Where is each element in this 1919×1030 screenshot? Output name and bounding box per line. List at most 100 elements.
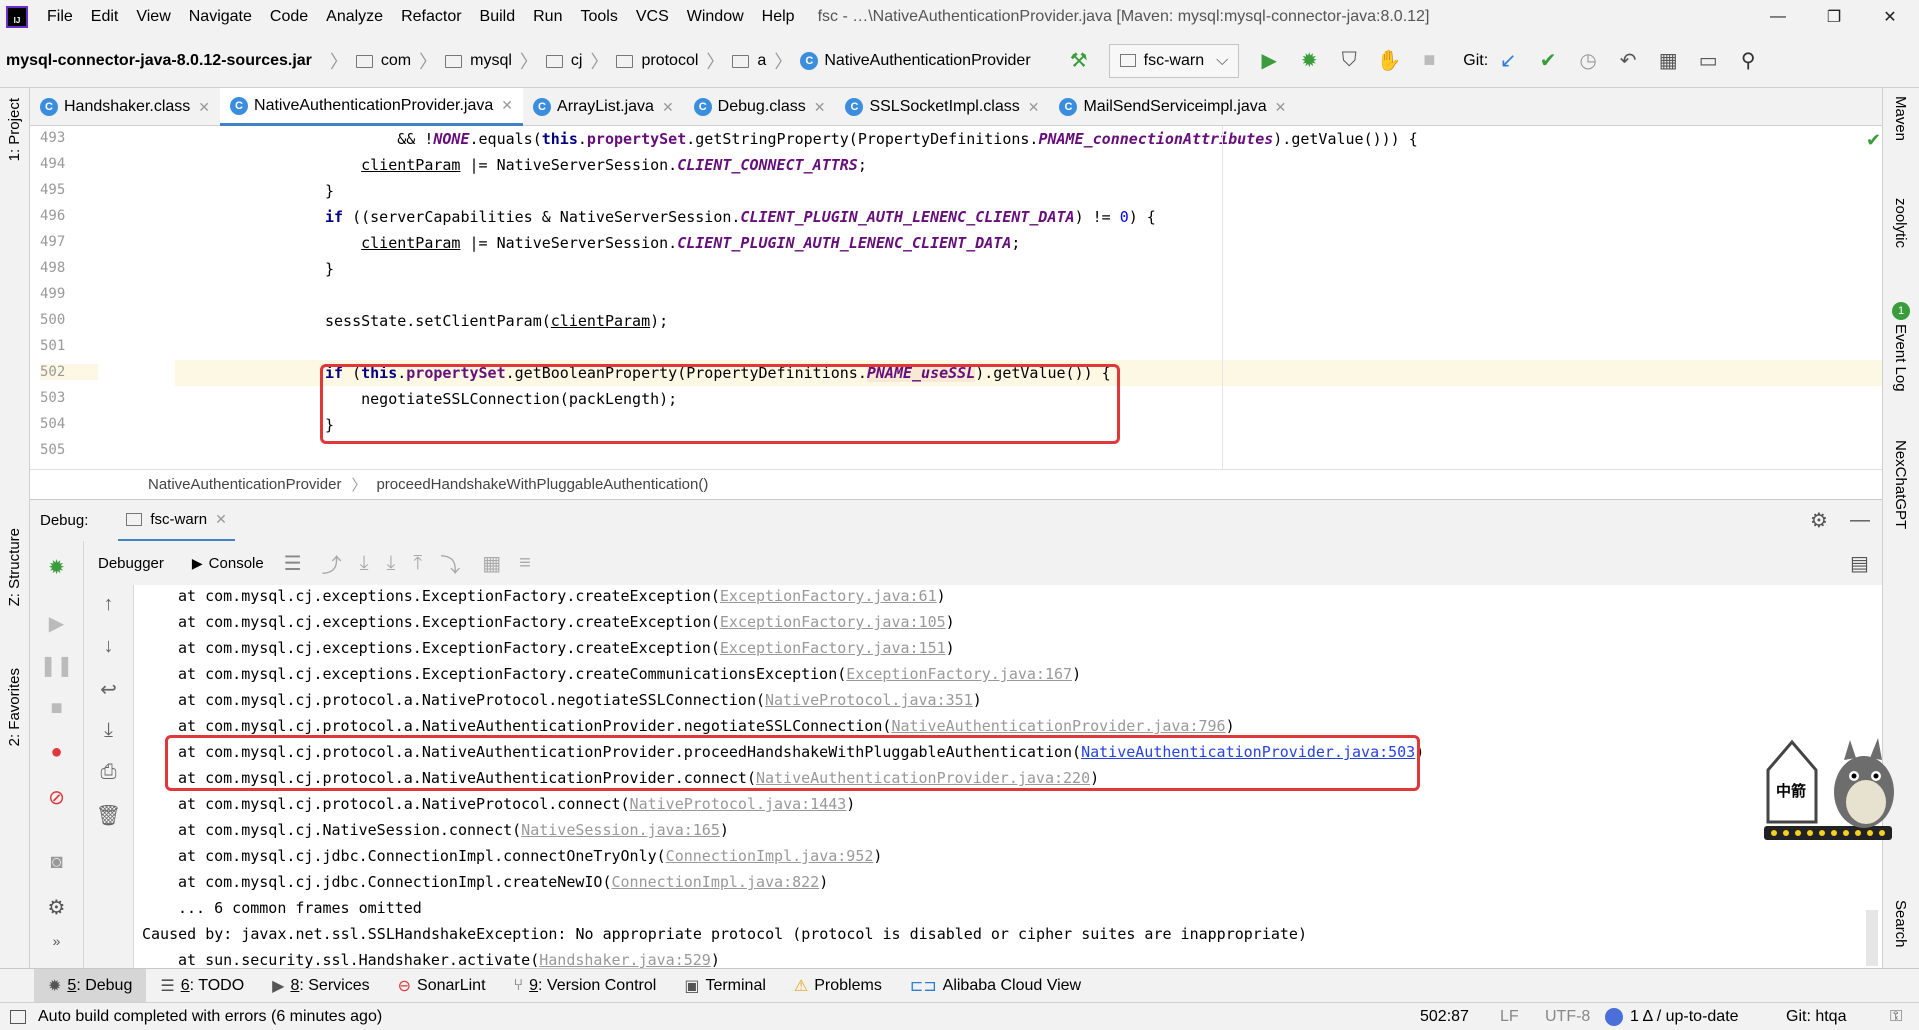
- stop-icon[interactable]: ■: [1415, 47, 1443, 75]
- status-message[interactable]: Auto build completed with errors (6 minu…: [38, 1008, 382, 1026]
- close-window-button[interactable]: ✕: [1862, 0, 1918, 34]
- stack-trace-link[interactable]: ExceptionFactory.java:61: [720, 587, 937, 605]
- stack-trace-link[interactable]: ConnectionImpl.java:822: [611, 873, 819, 891]
- git-history-icon[interactable]: ◷: [1574, 47, 1602, 75]
- caret-position[interactable]: 502:87: [1420, 1008, 1469, 1026]
- stack-trace-link[interactable]: ConnectionImpl.java:952: [666, 847, 874, 865]
- menu-build[interactable]: Build: [471, 8, 525, 26]
- problems-tool-button[interactable]: ⚠ Problems: [780, 969, 896, 1003]
- search-everywhere-icon[interactable]: ⚲: [1734, 47, 1762, 75]
- camera-icon[interactable]: ◙: [30, 851, 83, 874]
- nav-crumb-com[interactable]: com: [381, 52, 411, 70]
- trace-icon[interactable]: ≡: [519, 552, 531, 575]
- git-update-icon[interactable]: ↙: [1494, 47, 1522, 75]
- more-icon[interactable]: »: [30, 933, 83, 949]
- sonarlint-tool-button[interactable]: ⊖ SonarLint: [384, 969, 500, 1003]
- close-icon[interactable]: ✕: [662, 99, 674, 116]
- lock-icon[interactable]: ⚿: [1890, 1008, 1902, 1026]
- git-rollback-icon[interactable]: ↶: [1614, 47, 1642, 75]
- evaluate-expression-icon[interactable]: ▦: [482, 551, 501, 576]
- zoolytic-tool-button[interactable]: zoolytic: [1892, 198, 1909, 248]
- menu-help[interactable]: Help: [753, 8, 804, 26]
- close-icon[interactable]: ✕: [198, 99, 210, 116]
- services-tool-button[interactable]: ▶ 8: Services: [258, 969, 383, 1003]
- layout-icon[interactable]: ▤: [1850, 551, 1869, 576]
- version-control-tool-button[interactable]: ⑂ 9: Version Control: [500, 969, 671, 1003]
- mute-breakpoints-icon[interactable]: ⊘: [30, 785, 83, 810]
- close-icon[interactable]: ✕: [814, 99, 826, 116]
- file-encoding[interactable]: UTF-8: [1545, 1008, 1590, 1026]
- tab-arraylist-java[interactable]: C ArrayList.java ✕: [523, 88, 684, 126]
- alibaba-cloud-tool-button[interactable]: ⊏⊐ Alibaba Cloud View: [896, 969, 1095, 1003]
- close-icon[interactable]: ✕: [215, 511, 227, 528]
- gear-icon[interactable]: ⚙: [30, 895, 83, 920]
- pause-icon[interactable]: ❚❚: [30, 653, 83, 678]
- tab-console[interactable]: ▶ Console: [192, 555, 264, 572]
- presentation-icon[interactable]: ▭: [1694, 47, 1722, 75]
- maven-tool-button[interactable]: Maven: [1892, 96, 1909, 141]
- profiler-icon[interactable]: ✋: [1375, 47, 1403, 75]
- menu-refactor[interactable]: Refactor: [392, 8, 470, 26]
- show-execution-point-icon[interactable]: ⤴: [322, 549, 342, 578]
- favorites-tool-button[interactable]: 2: Favorites: [6, 668, 23, 746]
- nav-crumb-cj[interactable]: cj: [571, 52, 583, 70]
- nav-crumb-protocol[interactable]: protocol: [641, 52, 698, 70]
- stop-icon[interactable]: ■: [30, 697, 83, 720]
- minimize-button[interactable]: —: [1750, 0, 1806, 34]
- menu-analyze[interactable]: Analyze: [317, 8, 392, 26]
- soft-wrap-icon[interactable]: ↩: [84, 677, 133, 702]
- menu-run[interactable]: Run: [524, 8, 571, 26]
- menu-navigate[interactable]: Navigate: [180, 8, 261, 26]
- step-out-icon[interactable]: ⤒: [413, 552, 422, 575]
- menu-code[interactable]: Code: [261, 8, 317, 26]
- tab-handshaker-class[interactable]: C Handshaker.class ✕: [30, 88, 220, 126]
- stack-trace-link[interactable]: ExceptionFactory.java:151: [720, 639, 946, 657]
- nexchatgpt-tool-button[interactable]: NexChatGPT: [1892, 440, 1909, 529]
- step-into-icon[interactable]: ⤓: [387, 552, 396, 575]
- run-configuration-select[interactable]: fsc-warn ⌵: [1108, 43, 1240, 78]
- event-log-tool-button[interactable]: Event Log: [1892, 324, 1909, 392]
- debug-icon[interactable]: ✹: [1295, 47, 1323, 75]
- project-tool-button[interactable]: 1: Project: [6, 98, 23, 161]
- trash-icon[interactable]: 🗑: [84, 803, 133, 828]
- close-icon[interactable]: ✕: [1275, 99, 1287, 116]
- nav-crumb-mysql[interactable]: mysql: [470, 52, 512, 70]
- down-arrow-icon[interactable]: ↓: [84, 635, 133, 658]
- stack-trace-link[interactable]: NativeAuthenticationProvider.java:796: [891, 717, 1225, 735]
- coverage-icon[interactable]: ⛉: [1335, 47, 1363, 75]
- view-breakpoints-icon[interactable]: ●: [30, 741, 83, 764]
- tab-debugger[interactable]: Debugger: [98, 555, 164, 572]
- stack-trace-link[interactable]: NativeSession.java:165: [521, 821, 720, 839]
- gear-icon[interactable]: ⚙: [1810, 508, 1828, 533]
- line-separator[interactable]: LF: [1500, 1008, 1519, 1026]
- tab-native-authentication-provider[interactable]: C NativeAuthenticationProvider.java ✕: [220, 88, 524, 126]
- close-icon[interactable]: ✕: [501, 97, 513, 114]
- tab-debug-class[interactable]: C Debug.class ✕: [684, 88, 836, 126]
- rerun-debug-icon[interactable]: ✹: [30, 555, 83, 580]
- resume-icon[interactable]: ▶: [30, 611, 83, 636]
- menu-vcs[interactable]: VCS: [627, 8, 678, 26]
- breadcrumb-class[interactable]: NativeAuthenticationProvider: [148, 476, 341, 493]
- console-scrollbar[interactable]: [1866, 910, 1878, 966]
- tab-mailsendserviceimpl-java[interactable]: C MailSendServiceimpl.java ✕: [1049, 88, 1296, 126]
- stack-trace-link[interactable]: NativeProtocol.java:1443: [630, 795, 847, 813]
- nav-class[interactable]: NativeAuthenticationProvider: [824, 52, 1030, 70]
- stack-trace-link[interactable]: Handshaker.java:529: [539, 951, 711, 968]
- git-branch[interactable]: Git: htqa: [1786, 1008, 1846, 1026]
- todo-tool-button[interactable]: ☰ 6: TODO: [146, 969, 258, 1003]
- nav-jar[interactable]: mysql-connector-java-8.0.12-sources.jar: [6, 52, 312, 70]
- status-window-icon[interactable]: [10, 1009, 26, 1024]
- hide-panel-icon[interactable]: —: [1850, 509, 1870, 532]
- vcs-status[interactable]: 1 Δ / up-to-date: [1630, 1008, 1739, 1026]
- restore-button[interactable]: ❐: [1806, 0, 1862, 34]
- scroll-to-end-icon[interactable]: ⤓: [84, 719, 133, 742]
- terminal-tool-button[interactable]: ▣ Terminal: [670, 969, 780, 1003]
- menu-lines-icon[interactable]: ☰: [284, 551, 302, 576]
- debug-tool-button[interactable]: ✹ 5: Debug: [34, 968, 147, 1003]
- close-icon[interactable]: ✕: [1028, 99, 1040, 116]
- step-over-icon[interactable]: ⤓: [360, 552, 369, 575]
- stack-trace-link[interactable]: ExceptionFactory.java:167: [846, 665, 1072, 683]
- project-structure-icon[interactable]: ▦: [1654, 47, 1682, 75]
- breadcrumb-method[interactable]: proceedHandshakeWithPluggableAuthenticat…: [376, 476, 708, 493]
- stack-trace-link[interactable]: NativeProtocol.java:351: [765, 691, 973, 709]
